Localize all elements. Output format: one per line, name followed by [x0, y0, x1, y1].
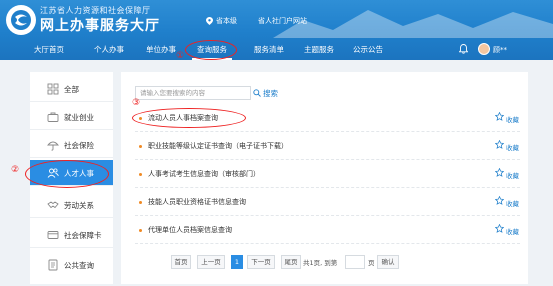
handshake-icon — [47, 201, 59, 209]
list-item[interactable]: 人事考试考生信息查询（审核部门） 收藏 — [135, 162, 520, 188]
star-icon[interactable] — [495, 140, 504, 149]
query-service-panel: 请输入您要搜索的内容 搜索 流动人员人事档案查询 收藏 职业技能等级认定证书查询… — [121, 72, 528, 284]
bullet-dot — [139, 173, 142, 176]
logo-icon — [11, 10, 31, 30]
list-item-title[interactable]: 技能人员职业资格证书信息查询 — [148, 197, 246, 207]
location-selector[interactable]: 省本级 — [206, 16, 237, 26]
list-item[interactable]: 技能人员职业资格证书信息查询 收藏 — [135, 190, 520, 216]
card-icon — [47, 231, 59, 239]
user-name[interactable]: 顾** — [493, 45, 507, 55]
grid-icon — [47, 83, 59, 95]
sidebar-item-social-insurance[interactable]: 社会保险 — [30, 132, 113, 158]
favorite-link[interactable]: 收藏 — [506, 114, 519, 124]
sidebar-item-social-security-card[interactable]: 社会保障卡 — [30, 222, 113, 248]
location-label: 省本级 — [216, 17, 237, 25]
sidebar-item-label: 社会保险 — [64, 141, 94, 150]
bell-icon[interactable] — [459, 44, 468, 54]
logo[interactable] — [6, 5, 36, 35]
sidebar-item-label: 社会保障卡 — [64, 231, 102, 240]
sidebar-item-label: 就业创业 — [64, 113, 94, 122]
sidebar-item-label: 公共查询 — [64, 261, 94, 270]
bullet-dot — [139, 145, 142, 148]
list-item-title[interactable]: 代理单位人员档案信息查询 — [148, 225, 232, 235]
main-nav: 大厅首页 个人办事 单位办事 查询服务 服务清单 主题服务 公示公告 — [0, 40, 553, 60]
sidebar-item-all[interactable]: 全部 — [30, 76, 113, 102]
last-page-button[interactable]: 尾页 — [281, 255, 301, 269]
sidebar-item-employment[interactable]: 就业创业 — [30, 104, 113, 130]
list-item[interactable]: 流动人员人事档案查询 收藏 — [135, 106, 520, 132]
bullet-dot — [139, 117, 142, 120]
first-page-button[interactable]: 首页 — [171, 255, 191, 269]
bullet-dot — [139, 201, 142, 204]
star-icon[interactable] — [495, 168, 504, 177]
star-icon[interactable] — [495, 112, 504, 121]
nav-home[interactable]: 大厅首页 — [26, 40, 72, 60]
prev-page-button[interactable]: 上一页 — [197, 255, 225, 269]
document-icon — [48, 259, 58, 271]
search-input[interactable]: 请输入您要搜索的内容 — [135, 86, 251, 100]
sidebar-item-talent-personnel[interactable]: 人才人事 — [30, 160, 113, 186]
favorite-link[interactable]: 收藏 — [506, 170, 519, 180]
favorite-link[interactable]: 收藏 — [506, 198, 519, 208]
annotation-marker-2: ② — [11, 165, 20, 175]
nav-announcements[interactable]: 公示公告 — [345, 40, 391, 60]
list-item[interactable]: 代理单位人员档案信息查询 收藏 — [135, 218, 520, 244]
umbrella-icon — [47, 141, 59, 151]
nav-service-list[interactable]: 服务清单 — [246, 40, 292, 60]
people-icon — [47, 168, 59, 178]
category-sidebar: 全部 就业创业 社会保险 人才人事 劳动关系 社会保障卡 公共查询 — [30, 72, 113, 284]
page-number-input[interactable] — [345, 255, 365, 269]
sidebar-item-public-query[interactable]: 公共查询 — [30, 252, 113, 278]
sidebar-item-labor-relations[interactable]: 劳动关系 — [30, 192, 113, 218]
next-page-button[interactable]: 下一页 — [247, 255, 275, 269]
star-icon[interactable] — [495, 196, 504, 205]
list-item[interactable]: 职业技能等级认定证书查询（电子证书下载） 收藏 — [135, 134, 520, 160]
list-item-title[interactable]: 流动人员人事档案查询 — [148, 113, 218, 123]
favorite-link[interactable]: 收藏 — [506, 142, 519, 152]
sidebar-item-label: 劳动关系 — [64, 201, 94, 210]
annotation-marker-1: ① — [176, 51, 185, 61]
favorite-link[interactable]: 收藏 — [506, 226, 519, 236]
bullet-dot — [139, 229, 142, 232]
nav-theme-service[interactable]: 主题服务 — [296, 40, 342, 60]
nav-query-service[interactable]: 查询服务 — [192, 40, 232, 60]
portal-link[interactable]: 省人社门户网站 — [258, 16, 307, 26]
annotation-marker-3: ③ — [132, 98, 141, 108]
star-icon[interactable] — [495, 224, 504, 233]
sidebar-item-label: 全部 — [64, 85, 79, 94]
page-unit-label: 页 — [368, 259, 375, 267]
search-button[interactable]: 搜索 — [253, 86, 279, 100]
avatar[interactable] — [478, 43, 490, 55]
site-title: 网上办事服务大厅 — [40, 18, 160, 34]
current-page-button[interactable]: 1 — [231, 255, 243, 269]
confirm-button[interactable]: 确认 — [377, 255, 399, 269]
nav-personal[interactable]: 个人办事 — [86, 40, 132, 60]
search-icon — [253, 89, 261, 97]
page-summary: 共1页, 到第 — [303, 259, 338, 267]
briefcase-icon — [47, 112, 59, 122]
location-pin-icon — [206, 17, 213, 25]
sidebar-item-label: 人才人事 — [64, 169, 94, 178]
skyline-decoration — [273, 10, 553, 38]
list-item-title[interactable]: 职业技能等级认定证书查询（电子证书下载） — [148, 141, 288, 151]
search-button-label: 搜索 — [263, 88, 278, 98]
list-item-title[interactable]: 人事考试考生信息查询（审核部门） — [148, 169, 260, 179]
